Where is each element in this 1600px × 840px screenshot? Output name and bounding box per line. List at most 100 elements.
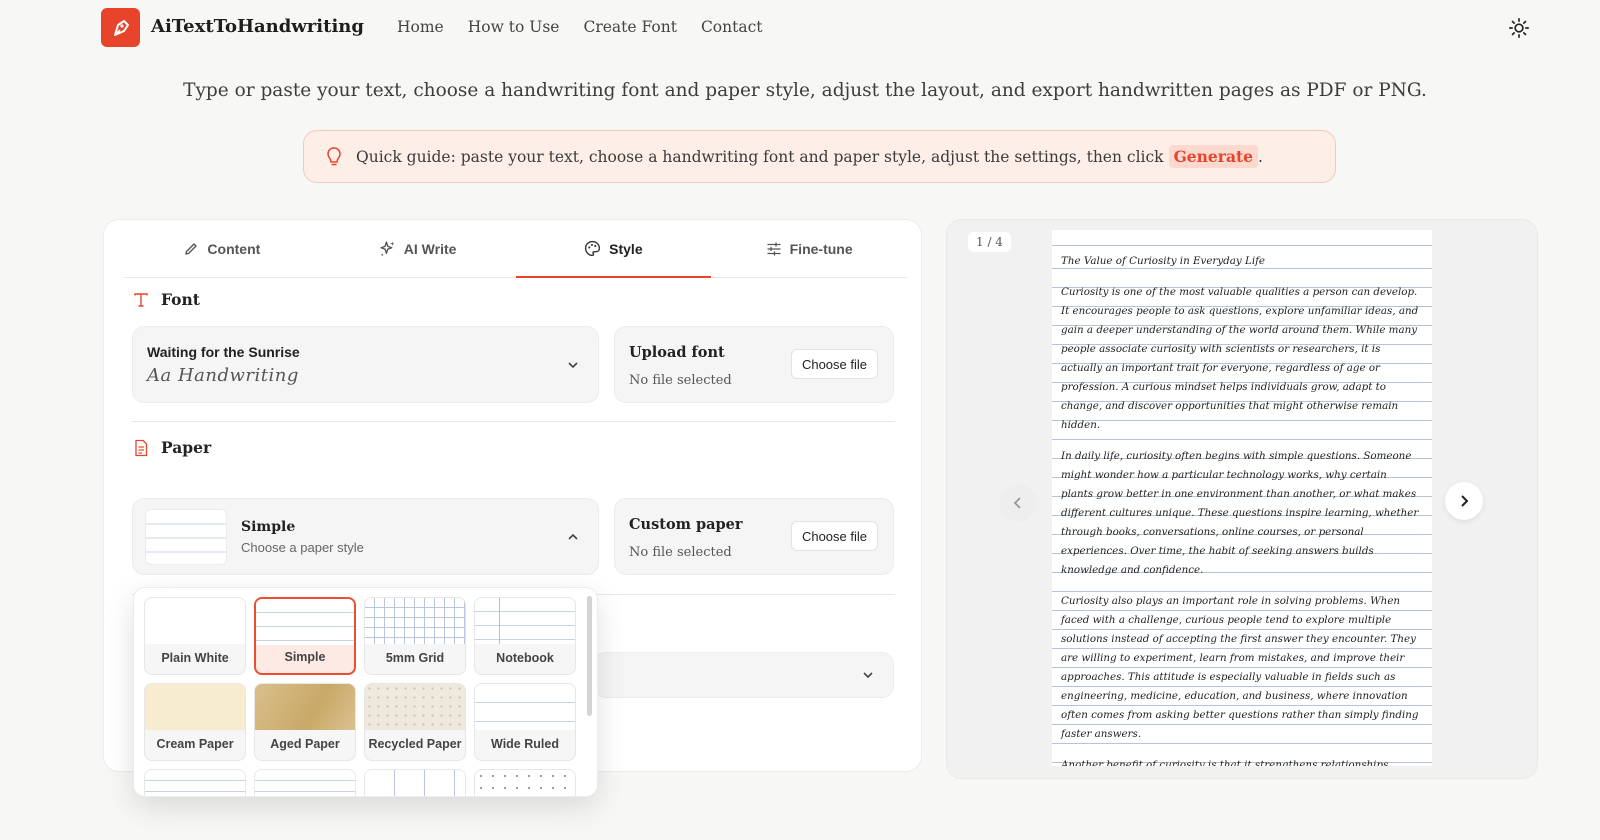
paper-swatch xyxy=(365,684,465,730)
paper-option-label: Cream Paper xyxy=(156,737,234,751)
selected-font-name: Waiting for the Sunrise xyxy=(147,344,300,360)
upload-font-card: Upload font No file selected Choose file xyxy=(614,326,894,403)
page-title: The Value of Curiosity in Everyday Life xyxy=(1061,255,1266,267)
paper-option-5mm-grid[interactable]: 5mm Grid xyxy=(364,597,466,675)
paper-swatch xyxy=(365,598,465,644)
chevron-down-icon xyxy=(863,672,873,679)
paper-swatch xyxy=(255,684,355,730)
top-navbar: AiTextToHandwriting Home How to Use Crea… xyxy=(0,0,1600,56)
upload-font-status: No file selected xyxy=(629,373,732,388)
paper-swatch xyxy=(145,598,245,644)
custom-paper-status: No file selected xyxy=(629,545,732,560)
paper-hint: Choose a paper style xyxy=(241,540,364,555)
page-content: The Value of Curiosity in Everyday Life … xyxy=(1061,252,1421,766)
nav-link-how-to-use[interactable]: How to Use xyxy=(468,18,560,36)
paper-style-grid: Plain White Simple 5mm Grid Notebook Cre… xyxy=(144,597,576,796)
font-select-dropdown[interactable]: Waiting for the Sunrise Aa Handwriting xyxy=(132,326,599,403)
settings-tabs: Content AI Write Style Fine-tune xyxy=(124,220,907,278)
upload-font-button[interactable]: Choose file xyxy=(790,349,878,379)
document-icon xyxy=(135,439,148,456)
paper-option-label: Aged Paper xyxy=(270,737,340,751)
quick-guide-suffix: . xyxy=(1258,148,1263,166)
paper-option-recycled-paper[interactable]: Recycled Paper xyxy=(364,683,466,761)
paper-option-label: Wide Ruled xyxy=(491,737,559,751)
paper-select-dropdown[interactable]: Simple Choose a paper style xyxy=(132,498,599,575)
custom-paper-card: Custom paper No file selected Choose fil… xyxy=(614,498,894,575)
font-section-label: Font xyxy=(161,290,200,309)
paper-option-partial[interactable] xyxy=(364,769,466,796)
paper-option-label: Notebook xyxy=(496,651,554,665)
tab-fine-tune[interactable]: Fine-tune xyxy=(711,220,907,277)
tab-content-label: Content xyxy=(207,240,261,257)
page-paragraph: Curiosity is one of the most valuable qu… xyxy=(1061,286,1419,431)
preview-panel: 1 / 4 The Value of Curiosity in Everyday… xyxy=(946,219,1538,779)
paper-option-label: 5mm Grid xyxy=(385,651,445,665)
generate-link[interactable]: Generate xyxy=(1168,145,1259,168)
paper-swatch xyxy=(475,598,575,644)
quick-guide-body: Quick guide: paste your text, choose a h… xyxy=(356,148,1164,166)
section-divider xyxy=(132,421,895,422)
paper-swatch xyxy=(145,684,245,730)
paper-style-menu: Plain White Simple 5mm Grid Notebook Cre… xyxy=(133,587,598,797)
paper-option-label: Recycled Paper xyxy=(368,737,462,751)
paper-option-label: Plain White xyxy=(161,651,229,665)
font-section-title: Font xyxy=(133,290,200,309)
paper-swatch xyxy=(365,770,465,796)
next-page-button[interactable] xyxy=(1445,482,1483,520)
font-sample-preview: Aa Handwriting xyxy=(147,365,299,386)
partially-hidden-select[interactable] xyxy=(594,652,894,698)
paper-option-plain-white[interactable]: Plain White xyxy=(144,597,246,675)
main-nav: Home How to Use Create Font Contact xyxy=(397,18,763,36)
sparkles-icon xyxy=(380,241,395,257)
paper-section-label: Paper xyxy=(161,438,212,457)
paper-option-label: Simple xyxy=(284,650,326,664)
quick-guide-banner: Quick guide: paste your text, choose a h… xyxy=(303,130,1336,183)
intro-text: Type or paste your text, choose a handwr… xyxy=(183,80,1427,101)
lightbulb-icon xyxy=(327,146,341,165)
paper-option-partial[interactable] xyxy=(474,769,576,796)
tab-style[interactable]: Style xyxy=(515,220,712,278)
theme-toggle-button[interactable] xyxy=(1506,15,1532,41)
paper-swatch xyxy=(475,684,575,730)
tab-ai-write-label: AI Write xyxy=(403,240,457,257)
quick-guide-text: Quick guide: paste your text, choose a h… xyxy=(356,145,1263,168)
handwritten-page: The Value of Curiosity in Everyday Life … xyxy=(1052,230,1432,766)
selected-paper-name: Simple xyxy=(241,519,296,535)
page-paragraph: Curiosity also plays an important role i… xyxy=(1061,595,1419,740)
paper-option-simple[interactable]: Simple xyxy=(254,597,356,675)
paper-thumbnail xyxy=(145,509,227,565)
custom-paper-button[interactable]: Choose file xyxy=(790,521,878,551)
paper-option-partial[interactable] xyxy=(254,769,356,796)
page-paragraph: Another benefit of curiosity is that it … xyxy=(1061,759,1392,766)
paper-option-partial[interactable] xyxy=(144,769,246,796)
tab-fine-tune-label: Fine-tune xyxy=(789,240,853,257)
previous-page-button[interactable] xyxy=(999,484,1037,522)
tab-content[interactable]: Content xyxy=(124,220,320,277)
paper-swatch xyxy=(475,770,575,796)
paper-swatch xyxy=(256,599,354,645)
chevron-down-icon xyxy=(568,361,578,368)
sun-icon xyxy=(1509,18,1529,38)
paper-option-notebook[interactable]: Notebook xyxy=(474,597,576,675)
text-icon xyxy=(134,292,148,307)
paper-swatch xyxy=(255,770,355,796)
upload-font-title: Upload font xyxy=(629,344,725,361)
paper-section-title: Paper xyxy=(133,438,211,457)
paper-option-cream-paper[interactable]: Cream Paper xyxy=(144,683,246,761)
paper-option-aged-paper[interactable]: Aged Paper xyxy=(254,683,356,761)
dropdown-scrollbar[interactable] xyxy=(587,596,592,716)
nav-link-create-font[interactable]: Create Font xyxy=(583,18,676,36)
page-indicator: 1 / 4 xyxy=(968,232,1011,252)
nav-link-contact[interactable]: Contact xyxy=(701,18,763,36)
chevron-right-icon xyxy=(1461,495,1469,507)
chevron-up-icon xyxy=(568,533,578,540)
brand-name[interactable]: AiTextToHandwriting xyxy=(151,16,364,37)
custom-paper-title: Custom paper xyxy=(629,516,743,533)
paper-option-wide-ruled[interactable]: Wide Ruled xyxy=(474,683,576,761)
tab-ai-write[interactable]: AI Write xyxy=(320,220,516,277)
palette-icon xyxy=(585,240,601,257)
nav-link-home[interactable]: Home xyxy=(397,18,444,36)
logo-icon[interactable] xyxy=(101,8,140,47)
chevron-left-icon xyxy=(1013,497,1021,509)
tab-style-label: Style xyxy=(609,240,643,257)
